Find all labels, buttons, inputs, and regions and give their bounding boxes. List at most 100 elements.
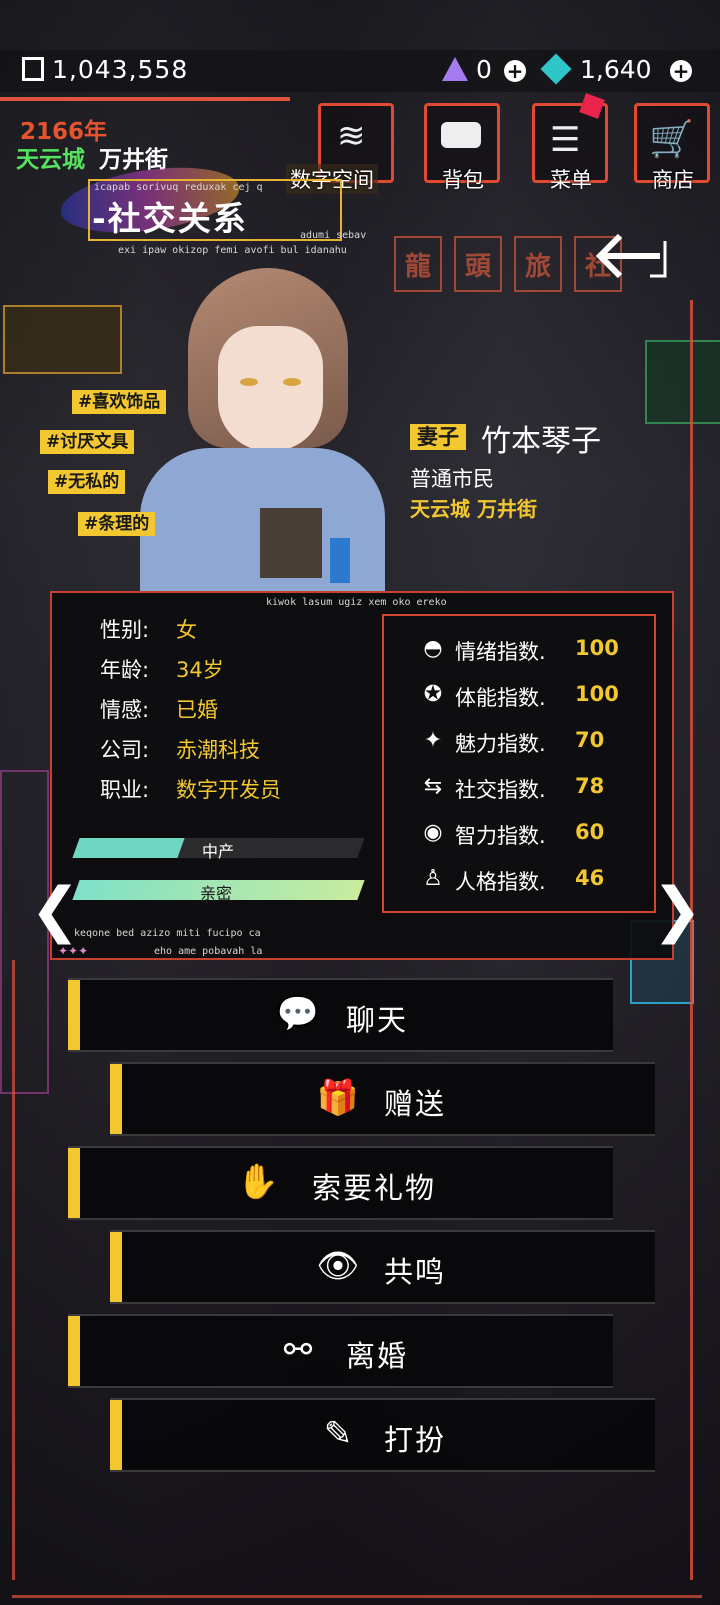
button-accent bbox=[68, 1316, 80, 1386]
relationship-value: 已婚 bbox=[176, 698, 218, 722]
stat-value: 78 bbox=[575, 774, 605, 798]
company-label: 公司: bbox=[100, 738, 150, 762]
character-eye bbox=[240, 378, 258, 386]
cart-icon: 🛒 bbox=[649, 119, 694, 160]
next-character-arrow[interactable]: ❯ bbox=[652, 875, 702, 945]
title-dash: - bbox=[92, 199, 108, 238]
job-label: 职业: bbox=[100, 778, 150, 802]
add-triangle-gem-button[interactable]: + bbox=[504, 60, 526, 82]
bag-label: 背包 bbox=[442, 168, 484, 192]
muscle-icon: ✪ bbox=[423, 682, 443, 707]
relationship-label: 情感: bbox=[100, 698, 150, 722]
gender-value: 女 bbox=[176, 618, 197, 642]
trait-tag: #无私的 bbox=[48, 470, 126, 494]
background-sign: 旅 bbox=[514, 236, 562, 292]
button-accent bbox=[110, 1232, 122, 1302]
class-bar-fill bbox=[72, 838, 185, 858]
layers-icon: ≋ bbox=[337, 116, 366, 156]
gift-label: 赠送 bbox=[384, 1087, 447, 1121]
title-caption-bottom: exi ipaw okizop femi avofi bul idanahu bbox=[118, 245, 347, 256]
character-location: 天云城 万井街 bbox=[410, 497, 537, 521]
divorce-label: 离婚 bbox=[346, 1339, 409, 1373]
shirt-print bbox=[260, 508, 322, 578]
previous-character-arrow[interactable]: ❮ bbox=[30, 875, 80, 945]
trait-tag: #条理的 bbox=[78, 512, 156, 536]
age-label: 年龄: bbox=[100, 658, 150, 682]
stat-label: 情绪指数. bbox=[455, 640, 546, 664]
stat-label: 智力指数. bbox=[455, 824, 546, 848]
currency-icon bbox=[22, 57, 44, 81]
back-arrow-icon[interactable] bbox=[590, 226, 670, 286]
resonance-eye-icon: 👁 bbox=[316, 1246, 360, 1286]
person-icon: ♙ bbox=[423, 866, 443, 891]
stat-value: 100 bbox=[575, 636, 619, 660]
shop-label: 商店 bbox=[652, 168, 694, 192]
button-accent bbox=[110, 1064, 122, 1134]
character-name: 竹本琴子 bbox=[481, 424, 601, 459]
background-neon-panel bbox=[3, 305, 122, 374]
button-accent bbox=[68, 1148, 80, 1218]
gift-icon: 🎁 bbox=[316, 1078, 360, 1118]
frame-line bbox=[0, 97, 290, 101]
stat-value: 100 bbox=[575, 682, 619, 706]
stat-value: 46 bbox=[575, 866, 605, 890]
panel-footer-line1: keqone bed azizo miti fucipo ca bbox=[74, 928, 261, 939]
trait-tag: #喜欢饰品 bbox=[72, 390, 167, 414]
triangle-gem-icon bbox=[442, 57, 468, 81]
ask-gift-label: 索要礼物 bbox=[312, 1171, 437, 1205]
sparkle-icon: ✦ bbox=[423, 728, 443, 753]
intimacy-label: 亲密 bbox=[200, 884, 233, 903]
character-face bbox=[218, 326, 323, 451]
background-neon-panel bbox=[645, 340, 720, 424]
broken-ring-icon: ⚯ bbox=[283, 1330, 313, 1370]
character-portrait bbox=[140, 268, 390, 593]
title-caption-right: adumi sebav bbox=[300, 230, 367, 241]
triangle-gem-count: 0 bbox=[476, 55, 492, 84]
hand-gift-icon: ✋ bbox=[236, 1162, 280, 1202]
character-role: 普通市民 bbox=[410, 467, 494, 491]
stat-label: 魅力指数. bbox=[455, 732, 546, 756]
diamond-gem-count: 1,640 bbox=[580, 55, 652, 84]
job-value: 数字开发员 bbox=[176, 778, 281, 802]
character-eye bbox=[283, 378, 301, 386]
gender-label: 性别: bbox=[100, 618, 150, 642]
frame-line bbox=[12, 960, 15, 1580]
trait-tag: #讨厌文具 bbox=[40, 430, 135, 454]
divorce-button[interactable]: ⚯ 离婚 bbox=[68, 1314, 613, 1388]
face-icon: ◓ bbox=[423, 636, 443, 661]
chat-icon: 💬 bbox=[276, 994, 320, 1034]
chat-button[interactable]: 💬 聊天 bbox=[68, 978, 613, 1052]
currency-amount: 1,043,558 bbox=[52, 55, 189, 84]
social-icon: ⇆ bbox=[423, 774, 443, 799]
dress-up-button[interactable]: ✎ 打扮 bbox=[110, 1398, 655, 1472]
panel-decoration-dots: ✦✦✦ bbox=[58, 944, 89, 958]
list-icon: ☰ bbox=[550, 120, 581, 160]
resonance-button[interactable]: 👁 共鸣 bbox=[110, 1230, 655, 1304]
page-title-text: 社交关系 bbox=[107, 199, 248, 238]
panel-footer-line2: eho ame pobavah la bbox=[154, 946, 263, 957]
ask-gift-button[interactable]: ✋ 索要礼物 bbox=[68, 1146, 613, 1220]
stat-value: 70 bbox=[575, 728, 605, 752]
menu-label: 菜单 bbox=[550, 168, 592, 192]
button-accent bbox=[68, 980, 80, 1050]
company-value: 赤潮科技 bbox=[176, 738, 260, 762]
panel-caption: kiwok lasum ugiz xem oko ereko bbox=[266, 597, 447, 608]
page-title: -社交关系 bbox=[92, 192, 248, 240]
stat-value: 60 bbox=[575, 820, 605, 844]
world-location: 天云城 万井街 bbox=[16, 140, 168, 174]
resonance-label: 共鸣 bbox=[384, 1255, 447, 1289]
frame-line bbox=[12, 1595, 702, 1598]
city-name: 天云城 bbox=[16, 147, 85, 173]
dress-up-icon: ✎ bbox=[323, 1414, 353, 1454]
stat-label: 体能指数. bbox=[455, 686, 546, 710]
bag-icon bbox=[441, 122, 481, 148]
class-label: 中产 bbox=[202, 842, 235, 861]
dress-up-label: 打扮 bbox=[384, 1423, 447, 1457]
stat-label: 社交指数. bbox=[455, 778, 546, 802]
add-diamond-gem-button[interactable]: + bbox=[670, 60, 692, 82]
gift-button[interactable]: 🎁 赠送 bbox=[110, 1062, 655, 1136]
background-sign: 龍 bbox=[394, 236, 442, 292]
age-value: 34岁 bbox=[176, 658, 224, 682]
button-accent bbox=[110, 1400, 122, 1470]
shirt-print bbox=[330, 538, 350, 583]
